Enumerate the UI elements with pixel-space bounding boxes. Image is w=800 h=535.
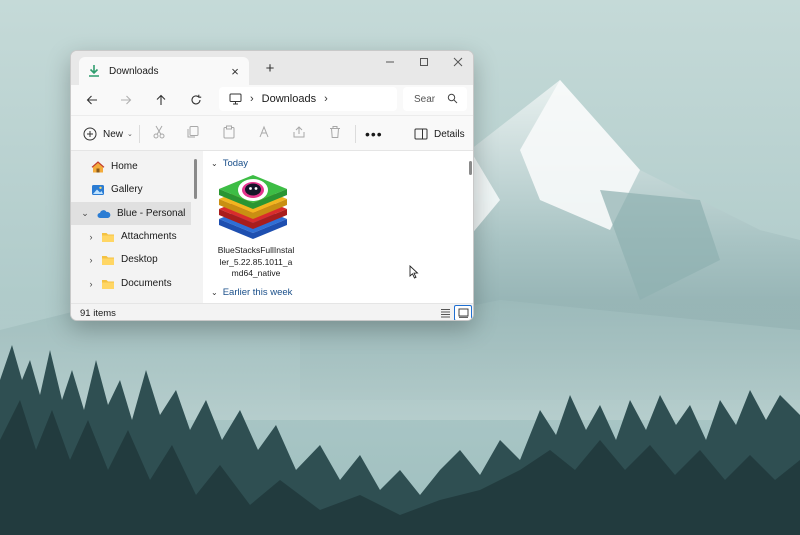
chevron-down-icon: ⌄ [211, 288, 218, 297]
search-box[interactable]: Sear [403, 87, 467, 111]
cut-button[interactable] [151, 124, 167, 140]
new-button[interactable]: New ⌄ [83, 124, 133, 144]
group-label: Earlier this week [222, 287, 293, 298]
up-button[interactable] [150, 90, 172, 110]
file-explorer-window: Downloads × + › Downloads › Sear New ⌄ •… [70, 50, 474, 321]
chevron-right-icon[interactable]: › [85, 232, 97, 242]
maximize-icon [420, 58, 428, 66]
item-count: 91 items [80, 308, 116, 319]
arrow-up-icon [156, 94, 166, 105]
divider [139, 125, 140, 143]
file-item[interactable]: BlueStacksFullInstaller_5.22.85.1011_amd… [217, 171, 295, 283]
navigation-pane: Home Gallery ⌄ Blue - Personal › Attachm… [71, 151, 193, 303]
close-icon [453, 57, 463, 67]
tab-bar: Downloads × + [71, 51, 473, 85]
sidebar-item-label: Desktop [121, 254, 158, 265]
close-window-button[interactable] [441, 51, 473, 73]
file-name: BlueStacksFullInstaller_5.22.85.1011_amd… [217, 245, 295, 278]
refresh-button[interactable] [185, 90, 207, 110]
paste-button[interactable] [221, 124, 237, 140]
breadcrumb-chevron-icon[interactable]: › [324, 93, 328, 105]
tab-title: Downloads [109, 65, 159, 77]
share-icon [293, 126, 305, 138]
folder-icon [101, 230, 115, 244]
sidebar-item-label: Blue - Personal [117, 208, 186, 219]
arrow-left-icon [86, 95, 97, 105]
this-pc-icon [229, 93, 242, 105]
clipboard-icon [223, 125, 235, 139]
chevron-down-icon: ⌄ [127, 131, 133, 138]
content-scrollbar-thumb[interactable] [469, 161, 472, 175]
copy-icon [187, 126, 199, 138]
rename-button[interactable] [256, 124, 272, 140]
home-icon [91, 160, 105, 174]
new-tab-button[interactable]: + [261, 60, 279, 78]
chevron-down-icon[interactable]: ⌄ [79, 208, 91, 219]
sidebar-item-attachments[interactable]: › Attachments [71, 225, 191, 248]
rename-icon [259, 125, 269, 138]
group-header-today[interactable]: ⌄ Today [211, 158, 248, 169]
copy-button[interactable] [185, 124, 201, 140]
sidebar-item-label: Gallery [111, 184, 143, 195]
scissors-icon [153, 125, 165, 139]
arrow-right-icon [121, 95, 132, 105]
sidebar-item-label: Documents [121, 278, 172, 289]
folder-icon [101, 253, 115, 267]
details-pane-icon [414, 128, 428, 140]
bluestacks-app-icon [219, 175, 287, 239]
sidebar-item-blue-personal[interactable]: ⌄ Blue - Personal [71, 202, 191, 225]
group-label: Today [222, 158, 249, 169]
window-controls [373, 51, 473, 73]
share-button[interactable] [291, 124, 307, 140]
chevron-down-icon: ⌄ [211, 159, 218, 168]
file-list: ⌄ Today BlueStacksFullInstaller_5.22.85.… [203, 151, 473, 303]
group-header-earlier-this-week[interactable]: ⌄ Earlier this week [211, 287, 292, 298]
chevron-right-icon[interactable]: › [85, 255, 97, 265]
details-button[interactable]: Details [414, 124, 465, 144]
refresh-icon [191, 94, 202, 105]
navigation-bar: › Downloads › Sear [71, 85, 473, 115]
trash-icon [330, 126, 340, 138]
search-placeholder: Sear [414, 93, 436, 105]
maximize-button[interactable] [407, 51, 441, 73]
new-label: New [103, 128, 124, 140]
download-icon [89, 65, 99, 77]
gallery-icon [91, 183, 105, 197]
address-bar[interactable]: › Downloads › [219, 87, 397, 111]
tiles-view-button[interactable] [454, 305, 472, 320]
list-view-icon [440, 309, 450, 318]
sidebar-item-label: Attachments [121, 231, 177, 242]
minimize-button[interactable] [373, 51, 407, 73]
breadcrumb-downloads[interactable]: Downloads [262, 93, 316, 105]
details-label: Details [434, 128, 465, 140]
folder-icon [101, 277, 115, 291]
sidebar-item-gallery[interactable]: Gallery [71, 178, 191, 201]
status-bar: 91 items [71, 303, 473, 320]
delete-button[interactable] [327, 124, 343, 140]
command-bar: New ⌄ ••• Details [71, 115, 473, 151]
breadcrumb-chevron-icon[interactable]: › [250, 93, 254, 105]
plus-circle-icon [83, 127, 97, 141]
sidebar-item-label: Home [111, 161, 138, 172]
details-view-button[interactable] [436, 305, 454, 320]
more-options-icon[interactable]: ••• [365, 124, 383, 144]
sidebar-scrollbar[interactable] [193, 151, 199, 303]
tab-downloads[interactable]: Downloads × [79, 57, 249, 85]
sidebar-item-home[interactable]: Home [71, 155, 191, 178]
tiles-view-icon [458, 308, 468, 318]
close-tab-icon[interactable]: × [225, 64, 245, 79]
back-button[interactable] [81, 90, 103, 110]
mouse-pointer-icon [409, 265, 419, 279]
sidebar-item-desktop[interactable]: › Desktop [71, 248, 191, 271]
forward-button[interactable] [115, 90, 137, 110]
divider [355, 125, 356, 143]
scrollbar-thumb[interactable] [194, 159, 197, 199]
minimize-icon [386, 61, 394, 63]
chevron-right-icon[interactable]: › [85, 279, 97, 289]
search-icon [447, 93, 458, 104]
sidebar-item-documents[interactable]: › Documents [71, 272, 191, 295]
onedrive-cloud-icon [97, 207, 111, 221]
